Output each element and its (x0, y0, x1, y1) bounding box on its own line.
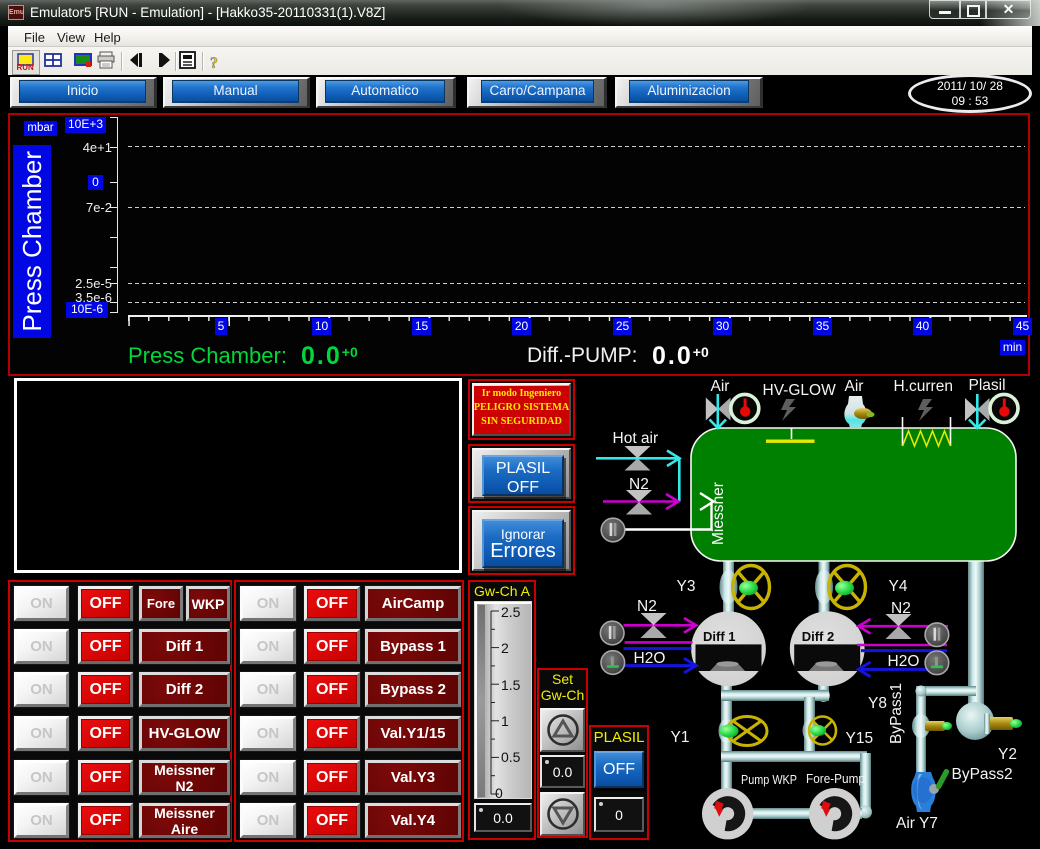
svg-text:Y3: Y3 (677, 578, 696, 595)
svg-text:Y1: Y1 (671, 729, 690, 746)
svg-text:N2: N2 (891, 600, 911, 617)
svg-text:Diff 1: Diff 1 (703, 629, 736, 644)
svg-text:Pump WKP: Pump WKP (741, 773, 797, 787)
svg-text:N2: N2 (637, 598, 657, 615)
svg-text:?: ? (210, 55, 218, 72)
svg-text:1: 1 (501, 713, 509, 729)
svg-text:Diff 2: Diff 2 (802, 629, 835, 644)
svg-text:HV-GLOW: HV-GLOW (763, 382, 837, 399)
svg-text:H2O: H2O (888, 653, 920, 670)
svg-text:Hot air: Hot air (613, 430, 659, 447)
svg-text:0: 0 (495, 785, 503, 800)
svg-text:N2: N2 (629, 476, 649, 493)
svg-text:2: 2 (501, 640, 509, 656)
svg-text:Fore-Pump: Fore-Pump (806, 772, 865, 786)
svg-text:Y2: Y2 (998, 746, 1017, 763)
svg-text:2.5: 2.5 (501, 604, 521, 620)
svg-text:ByPass1: ByPass1 (888, 683, 905, 744)
svg-text:1.5: 1.5 (501, 677, 521, 693)
svg-text:H2O: H2O (634, 650, 666, 667)
svg-text:RUN: RUN (17, 63, 35, 72)
svg-text:ByPass2: ByPass2 (952, 766, 1013, 783)
svg-text:0.5: 0.5 (501, 749, 521, 765)
svg-text:Y8: Y8 (868, 695, 887, 712)
svg-text:Y4: Y4 (889, 578, 908, 595)
svg-text:Air: Air (711, 378, 730, 395)
svg-text:H.curren: H.curren (894, 378, 953, 395)
svg-text:Y15: Y15 (846, 730, 874, 747)
svg-text:Plasil: Plasil (969, 377, 1006, 394)
svg-text:Air: Air (845, 378, 864, 395)
svg-text:Air Y7: Air Y7 (896, 815, 938, 832)
